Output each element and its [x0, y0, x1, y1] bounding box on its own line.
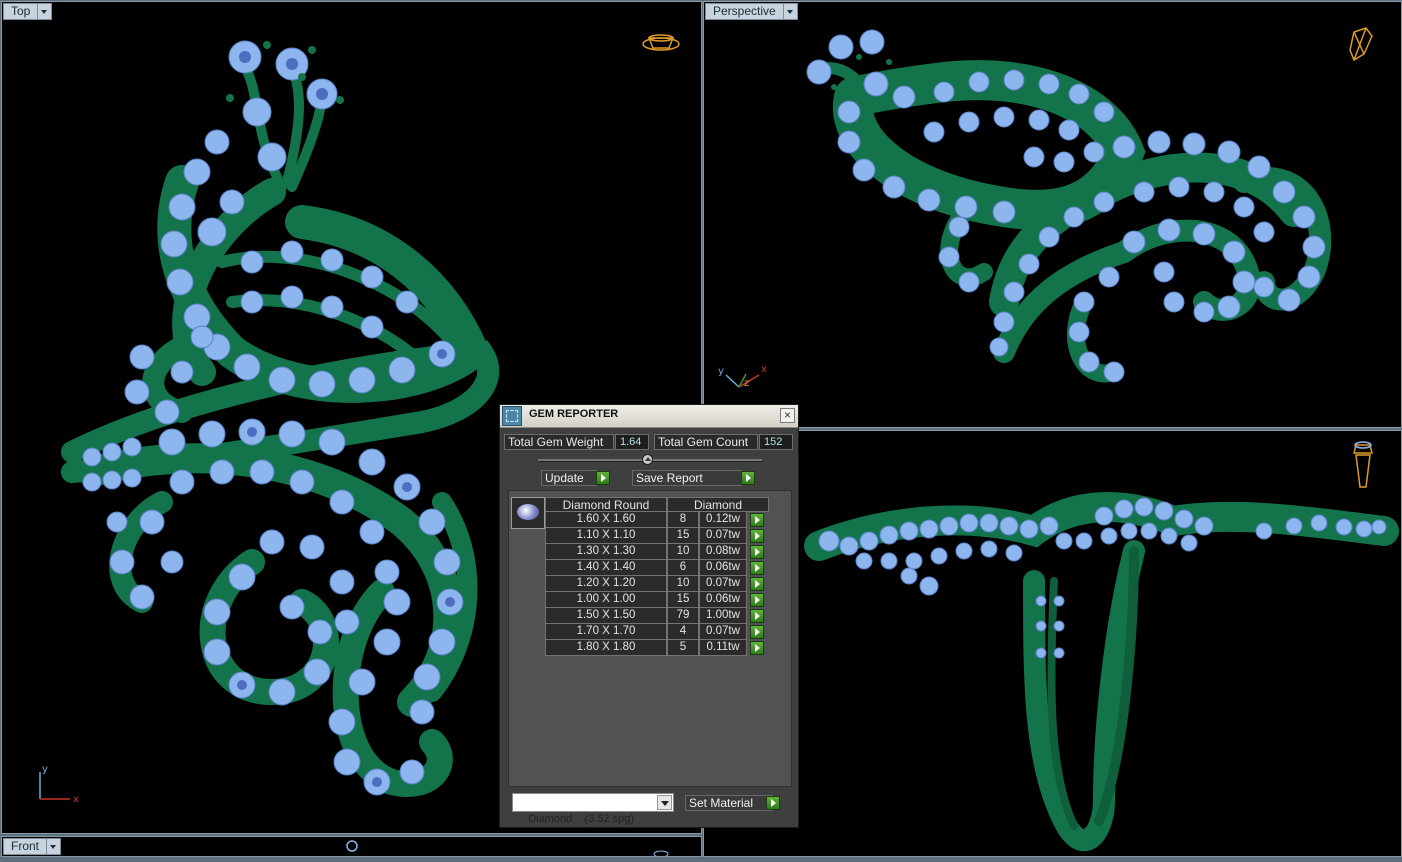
viewport-perspective[interactable]: Perspective x y z	[703, 1, 1402, 428]
gem-size-cell: 1.50 X 1.50	[545, 608, 667, 624]
chevron-down-icon[interactable]	[783, 3, 798, 20]
total-gem-count-value: 152	[759, 434, 793, 450]
gem-size-cell: 1.70 X 1.70	[545, 624, 667, 640]
viewport-perspective-label[interactable]: Perspective	[705, 3, 798, 20]
axis-z-label: z	[744, 378, 749, 389]
dialog-title: GEM REPORTER	[529, 408, 619, 420]
gem-weight-cell: 0.12tw	[699, 512, 747, 528]
viewport-front-label[interactable]: Front	[3, 838, 62, 855]
gem-weight-cell: 0.06tw	[699, 592, 747, 608]
gem-count-cell: 4	[667, 624, 699, 640]
viewport-front[interactable]: Front	[1, 836, 702, 857]
total-gem-count-label: Total Gem Count	[654, 434, 758, 450]
gem-weight-cell: 1.00tw	[699, 608, 747, 624]
chevron-down-icon[interactable]	[657, 795, 672, 810]
gem-size-cell: 1.20 X 1.20	[545, 576, 667, 592]
side-view-render	[804, 441, 1399, 852]
nav-gizmo-icon	[1349, 27, 1373, 62]
slider-handle[interactable]	[642, 454, 653, 465]
gem-count-cell: 79	[667, 608, 699, 624]
select-gem-row-play-icon[interactable]	[750, 593, 764, 607]
select-gem-row-play-icon[interactable]	[750, 513, 764, 527]
viewport-right[interactable]	[703, 430, 1402, 857]
gem-weight-cell: 0.06tw	[699, 560, 747, 576]
select-gem-row-play-icon[interactable]	[750, 641, 764, 655]
axis-y-label: y	[42, 764, 48, 775]
gem-size-cell: 1.40 X 1.40	[545, 560, 667, 576]
set-material-play-icon[interactable]	[766, 796, 780, 810]
viewport-front-name: Front	[3, 838, 48, 855]
select-gem-row-play-icon[interactable]	[750, 561, 764, 575]
gem-count-cell: 5	[667, 640, 699, 656]
select-gem-row-play-icon[interactable]	[750, 625, 764, 639]
perspective-view-render: x y z	[718, 27, 1373, 389]
gem-reporter-icon	[502, 406, 522, 426]
material-select-value: Diamond (3.52 spg)	[528, 813, 635, 825]
gem-weight-cell: 0.07tw	[699, 624, 747, 640]
total-gem-weight-label: Total Gem Weight	[504, 434, 614, 450]
gem-count-cell: 6	[667, 560, 699, 576]
save-report-button[interactable]: Save Report	[632, 470, 742, 486]
save-report-play-icon[interactable]	[741, 471, 755, 485]
select-gem-row-play-icon[interactable]	[750, 609, 764, 623]
gem-size-cell: 1.00 X 1.00	[545, 592, 667, 608]
gem-size-cell: 1.60 X 1.60	[545, 512, 667, 528]
gem-count-cell: 10	[667, 576, 699, 592]
select-gem-row-play-icon[interactable]	[750, 529, 764, 543]
update-play-icon[interactable]	[596, 471, 610, 485]
axis-y-label: y	[718, 366, 724, 377]
gem-size-cell: 1.10 X 1.10	[545, 528, 667, 544]
total-gem-weight-value: 1.64	[615, 434, 649, 450]
axis-indicator-icon: x y z	[718, 364, 767, 389]
gem-count-cell: 10	[667, 544, 699, 560]
close-button[interactable]: ×	[780, 408, 795, 423]
gem-list-panel[interactable]: Diamond Round Diamond 1.60 X 1.60 8 0.12tw…	[508, 490, 792, 787]
nav-gizmo-icon	[1353, 441, 1373, 488]
gem-weight-cell: 0.08tw	[699, 544, 747, 560]
chevron-down-icon[interactable]	[38, 3, 53, 20]
gem-count-cell: 8	[667, 512, 699, 528]
axis-x-label: x	[761, 364, 767, 375]
gem-count-cell: 15	[667, 592, 699, 608]
viewport-top-name: Top	[3, 3, 39, 20]
diamond-round-icon[interactable]	[511, 497, 545, 529]
gem-size-cell: 1.80 X 1.80	[545, 640, 667, 656]
nav-gizmo-icon	[642, 34, 680, 51]
gem-count-cell: 15	[667, 528, 699, 544]
gem-reporter-dialog[interactable]: GEM REPORTER × Total Gem Weight 1.64 Tot…	[499, 404, 799, 828]
material-select[interactable]: Diamond (3.52 spg)	[512, 793, 674, 825]
gem-weight-cell: 0.11tw	[699, 640, 747, 656]
gem-size-cell: 1.30 X 1.30	[545, 544, 667, 560]
select-gem-row-play-icon[interactable]	[750, 577, 764, 591]
select-gem-row-play-icon[interactable]	[750, 545, 764, 559]
viewport-top-label[interactable]: Top	[3, 3, 53, 20]
column-header-material: Diamond	[667, 497, 769, 512]
update-button[interactable]: Update	[541, 470, 597, 486]
axis-x-label: x	[73, 794, 79, 805]
front-view-render	[346, 840, 669, 856]
dialog-titlebar[interactable]: GEM REPORTER ×	[500, 405, 798, 428]
viewport-perspective-name: Perspective	[705, 3, 784, 20]
axis-indicator-icon: y x	[39, 764, 79, 805]
gem-weight-cell: 0.07tw	[699, 528, 747, 544]
column-header-shape: Diamond Round	[545, 497, 667, 512]
chevron-down-icon[interactable]	[47, 838, 62, 855]
set-material-button[interactable]: Set Material	[685, 795, 773, 811]
gem-weight-cell: 0.07tw	[699, 576, 747, 592]
